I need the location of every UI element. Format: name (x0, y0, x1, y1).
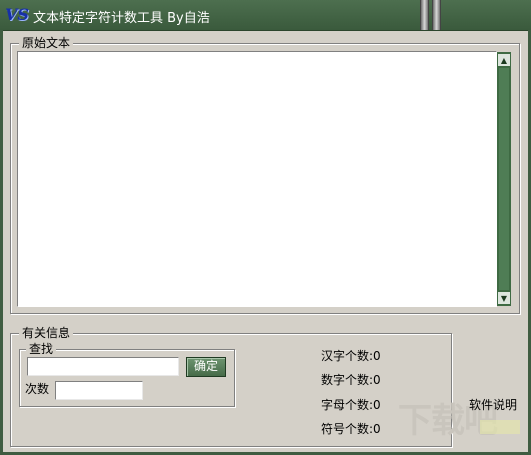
search-group-label: 查找 (26, 342, 57, 356)
search-input[interactable] (27, 357, 179, 376)
stat-label: 汉字个数: (321, 349, 374, 363)
stat-symbol-count: 符号个数:0 (321, 420, 381, 437)
confirm-button[interactable]: 确定 (186, 357, 226, 377)
stat-chinese-count: 汉字个数:0 (321, 347, 381, 364)
watermark-highlight-icon (480, 420, 520, 434)
app-logo-icon: VS (5, 5, 29, 24)
stat-value: 0 (373, 422, 381, 436)
stat-value: 0 (373, 398, 381, 412)
minimize-button[interactable] (420, 0, 429, 30)
title-bar[interactable]: VS 文本特定字符计数工具 By自浩 (0, 0, 531, 31)
source-text-area[interactable] (17, 51, 497, 307)
count-field (55, 381, 143, 400)
stat-label: 字母个数: (321, 398, 374, 412)
stat-value: 0 (373, 373, 381, 387)
help-link[interactable]: 软件说明 (469, 396, 517, 413)
count-label: 次数 (25, 382, 50, 396)
stat-label: 符号个数: (321, 422, 374, 436)
scroll-down-icon[interactable]: ▼ (498, 292, 510, 304)
stat-label: 数字个数: (321, 373, 374, 387)
scroll-track[interactable] (499, 68, 509, 290)
stat-digit-count: 数字个数:0 (321, 371, 381, 388)
window-title: 文本特定字符计数工具 By自浩 (33, 11, 210, 26)
stat-value: 0 (373, 349, 381, 363)
scroll-up-icon[interactable]: ▲ (498, 54, 510, 66)
vertical-scrollbar[interactable]: ▲ ▼ (497, 52, 511, 306)
stat-letter-count: 字母个数:0 (321, 396, 381, 413)
source-text-label: 原始文本 (19, 36, 74, 50)
info-group-label: 有关信息 (19, 326, 74, 340)
close-button[interactable] (432, 0, 441, 30)
